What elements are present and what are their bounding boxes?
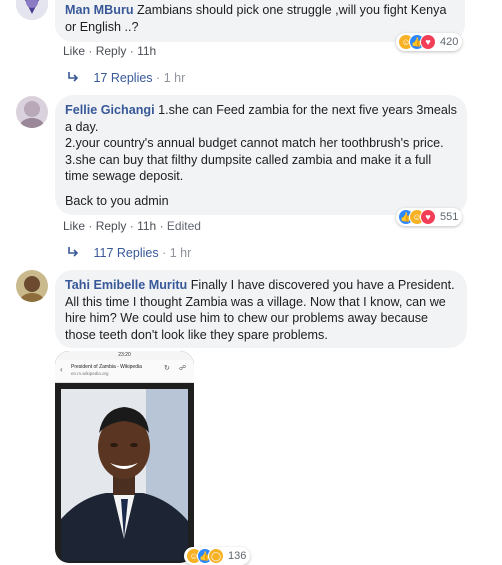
comment-text-footer: Back to you admin [65, 193, 169, 208]
reply-link[interactable]: Reply [96, 219, 127, 233]
replies-count[interactable]: 17 Replies [93, 71, 152, 85]
timestamp[interactable]: 11h [137, 44, 156, 58]
reply-link[interactable]: Reply [96, 44, 127, 58]
replies-count[interactable]: 117 Replies [93, 246, 158, 260]
browser-bar: ‹ President of Zambia - Wikipedia en.m.w… [55, 360, 194, 383]
timestamp[interactable]: 11h [137, 219, 156, 233]
comment-text-line: 3.she can buy that filthy dumpsite calle… [65, 152, 432, 184]
avatar[interactable] [16, 0, 48, 20]
back-icon: ‹ [60, 365, 63, 374]
reactions-summary[interactable]: ☺ 👍 ◯ 136 [184, 547, 251, 565]
comment-author[interactable]: Tahi Emibelle Muritu [65, 278, 187, 292]
refresh-icon: ↻ [164, 365, 170, 372]
reactions-count: 420 [440, 36, 459, 48]
comment-author[interactable]: Man MBuru [65, 3, 134, 17]
reply-arrow-icon [68, 246, 80, 260]
comment-bubble: Fellie Gichangi 1.she can Feed zambia fo… [55, 95, 467, 215]
view-replies[interactable]: 17 Replies · 1 hr [68, 71, 185, 85]
comment-bubble: Tahi Emibelle Muritu Finally I have disc… [55, 270, 467, 348]
wow-reaction-icon: ◯ [208, 548, 224, 564]
like-link[interactable]: Like [63, 219, 85, 233]
comment-actions: Like · Reply · 11h · Edited [63, 219, 201, 233]
replies-time: 1 hr [163, 71, 186, 85]
page-title: President of Zambia - Wikipedia [71, 364, 142, 370]
love-reaction-icon: ♥ [420, 34, 436, 50]
comment-actions: Like · Reply · 11h [63, 44, 157, 58]
avatar[interactable] [16, 96, 48, 128]
reactions-count: 136 [228, 550, 247, 562]
reactions-summary[interactable]: ☺ 👍 ♥ 420 [396, 33, 463, 51]
share-icon: ☍ [179, 365, 187, 372]
view-replies[interactable]: 117 Replies · 1 hr [68, 246, 191, 260]
avatar[interactable] [16, 270, 48, 302]
phone-status-bar: 23:20 [55, 351, 194, 360]
reply-arrow-icon [68, 71, 80, 85]
reactions-count: 551 [440, 211, 459, 223]
replies-time: 1 hr [169, 246, 192, 260]
portrait-image [61, 389, 188, 561]
comment-author[interactable]: Fellie Gichangi [65, 103, 155, 117]
status-time: 23:20 [118, 352, 131, 358]
comment-text-line: 2.your country's annual budget cannot ma… [65, 136, 444, 150]
like-link[interactable]: Like [63, 44, 85, 58]
comment-photo[interactable]: 23:20 ‹ President of Zambia - Wikipedia … [55, 351, 194, 563]
page-url: en.m.wikipedia.org [71, 371, 109, 376]
edited-label[interactable]: Edited [167, 219, 201, 233]
love-reaction-icon: ♥ [420, 209, 436, 225]
reactions-summary[interactable]: 👍 ☺ ♥ 551 [396, 208, 463, 226]
